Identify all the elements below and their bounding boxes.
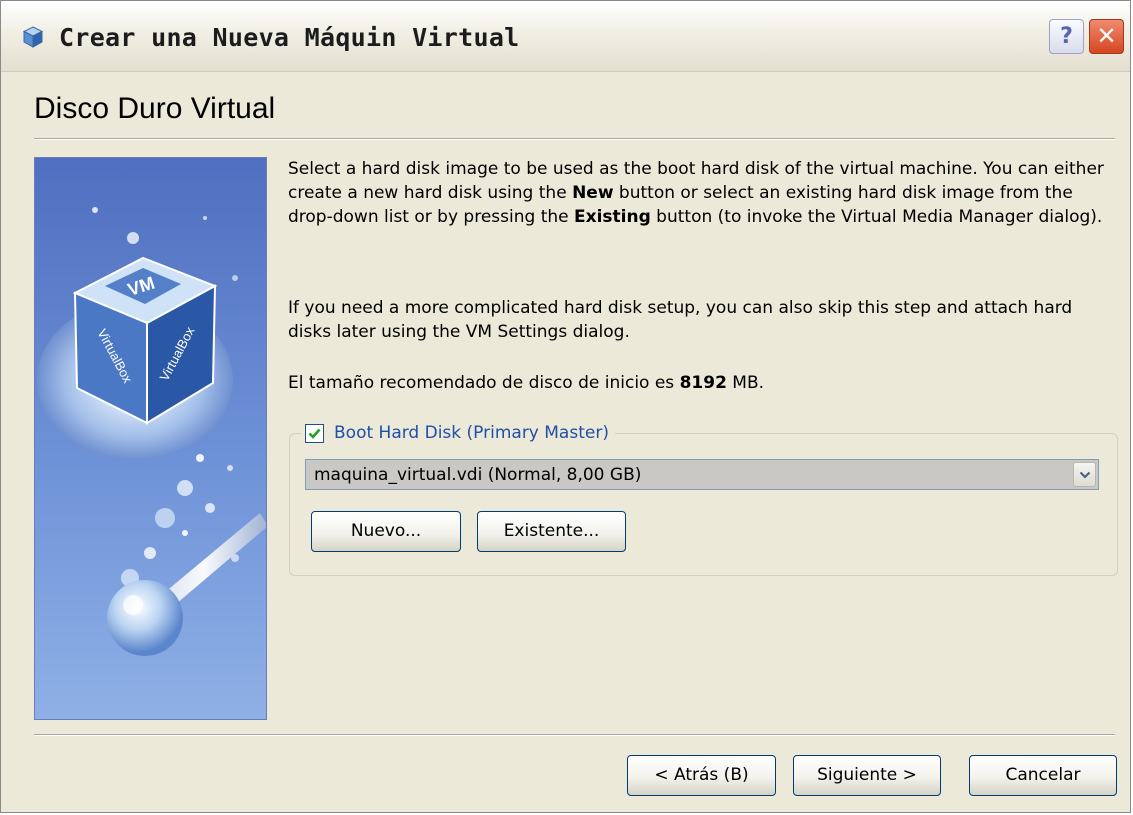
footer-divider — [34, 734, 1115, 736]
boot-disk-group — [289, 433, 1118, 576]
desc-text-3a: El tamaño recomendado de disco de inicio… — [288, 373, 680, 393]
title-bar[interactable]: Crear una Nueva Máquin Virtual ? ✕ — [1, 1, 1130, 72]
recommended-size-text: El tamaño recomendado de disco de inicio… — [288, 371, 1114, 395]
existing-disk-button[interactable]: Existente... — [477, 511, 626, 552]
hard-disk-select-value: maquina_virtual.vdi (Normal, 8,00 GB) — [314, 465, 642, 485]
description-paragraph-2: If you need a more complicated hard disk… — [288, 298, 1073, 342]
recommended-size-value: 8192 — [679, 373, 727, 393]
boot-disk-legend[interactable]: Boot Hard Disk (Primary Master) — [301, 420, 615, 446]
window-title: Crear una Nueva Máquin Virtual — [59, 23, 520, 52]
page-title: Disco Duro Virtual — [34, 92, 276, 125]
checkmark-icon — [308, 428, 321, 439]
boot-disk-checkbox[interactable] — [305, 423, 324, 443]
desc-new-keyword: New — [572, 183, 614, 203]
desc-existing-keyword: Existing — [574, 207, 651, 227]
description-paragraph-1: Select a hard disk image to be used as t… — [288, 157, 1114, 229]
chevron-down-icon — [1079, 471, 1091, 479]
boot-disk-label[interactable]: Boot Hard Disk (Primary Master) — [334, 423, 609, 443]
help-button[interactable]: ? — [1049, 19, 1084, 54]
wizard-side-image: VM VirtualBox VirtualBox — [34, 157, 267, 720]
header-divider — [34, 138, 1115, 140]
next-button[interactable]: Siguiente > — [793, 755, 941, 796]
desc-text-1c: button (to invoke the Virtual Media Mana… — [650, 207, 1103, 227]
close-button[interactable]: ✕ — [1089, 19, 1124, 54]
wizard-dialog: Crear una Nueva Máquin Virtual ? ✕ Disco… — [0, 0, 1131, 813]
new-disk-button[interactable]: Nuevo... — [311, 511, 461, 552]
back-button[interactable]: < Atrás (B) — [627, 755, 776, 796]
cancel-button[interactable]: Cancelar — [969, 755, 1117, 796]
hard-disk-select[interactable]: maquina_virtual.vdi (Normal, 8,00 GB) — [305, 459, 1099, 490]
dropdown-arrow-button[interactable] — [1073, 462, 1096, 487]
desc-text-3b: MB. — [726, 373, 765, 393]
virtualbox-cube-icon — [21, 25, 45, 49]
